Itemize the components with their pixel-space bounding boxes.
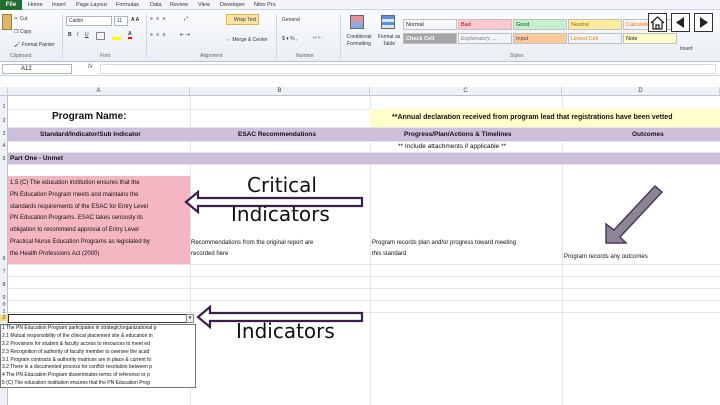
critical-label: Critical <box>247 173 317 197</box>
outcomes-arrow-icon <box>605 184 664 244</box>
indicators-annotation: Indicators <box>236 319 335 343</box>
indicators-label: Indicators <box>231 202 330 226</box>
annotation-layer <box>184 184 664 330</box>
